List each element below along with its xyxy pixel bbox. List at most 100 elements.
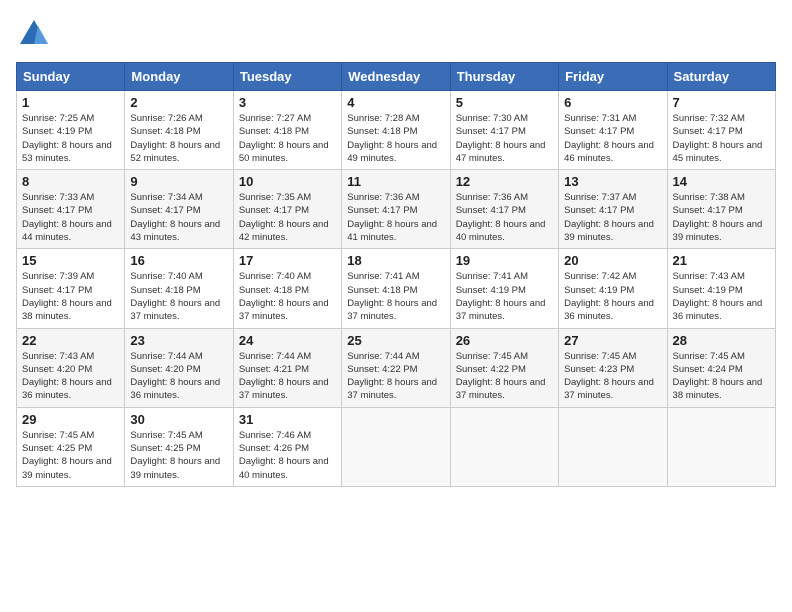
day-info: Sunrise: 7:46 AM Sunset: 4:26 PM Dayligh…: [239, 429, 336, 482]
day-header-monday: Monday: [125, 63, 233, 91]
day-number: 30: [130, 412, 227, 427]
calendar-cell: 2 Sunrise: 7:26 AM Sunset: 4:18 PM Dayli…: [125, 91, 233, 170]
day-info: Sunrise: 7:41 AM Sunset: 4:18 PM Dayligh…: [347, 270, 444, 323]
day-info: Sunrise: 7:45 AM Sunset: 4:25 PM Dayligh…: [22, 429, 119, 482]
day-number: 22: [22, 333, 119, 348]
day-number: 13: [564, 174, 661, 189]
day-info: Sunrise: 7:36 AM Sunset: 4:17 PM Dayligh…: [456, 191, 553, 244]
week-row-4: 22 Sunrise: 7:43 AM Sunset: 4:20 PM Dayl…: [17, 328, 776, 407]
calendar-cell: 27 Sunrise: 7:45 AM Sunset: 4:23 PM Dayl…: [559, 328, 667, 407]
day-number: 27: [564, 333, 661, 348]
day-header-friday: Friday: [559, 63, 667, 91]
day-number: 31: [239, 412, 336, 427]
day-info: Sunrise: 7:43 AM Sunset: 4:20 PM Dayligh…: [22, 350, 119, 403]
day-header-thursday: Thursday: [450, 63, 558, 91]
day-info: Sunrise: 7:45 AM Sunset: 4:23 PM Dayligh…: [564, 350, 661, 403]
calendar-cell: 31 Sunrise: 7:46 AM Sunset: 4:26 PM Dayl…: [233, 407, 341, 486]
week-row-3: 15 Sunrise: 7:39 AM Sunset: 4:17 PM Dayl…: [17, 249, 776, 328]
day-number: 23: [130, 333, 227, 348]
day-info: Sunrise: 7:38 AM Sunset: 4:17 PM Dayligh…: [673, 191, 770, 244]
day-info: Sunrise: 7:41 AM Sunset: 4:19 PM Dayligh…: [456, 270, 553, 323]
day-info: Sunrise: 7:25 AM Sunset: 4:19 PM Dayligh…: [22, 112, 119, 165]
day-header-saturday: Saturday: [667, 63, 775, 91]
calendar-table: SundayMondayTuesdayWednesdayThursdayFrid…: [16, 62, 776, 487]
logo: [16, 16, 56, 52]
day-number: 28: [673, 333, 770, 348]
week-row-5: 29 Sunrise: 7:45 AM Sunset: 4:25 PM Dayl…: [17, 407, 776, 486]
page-header: [16, 16, 776, 52]
day-info: Sunrise: 7:45 AM Sunset: 4:24 PM Dayligh…: [673, 350, 770, 403]
day-number: 2: [130, 95, 227, 110]
day-info: Sunrise: 7:35 AM Sunset: 4:17 PM Dayligh…: [239, 191, 336, 244]
week-row-1: 1 Sunrise: 7:25 AM Sunset: 4:19 PM Dayli…: [17, 91, 776, 170]
day-info: Sunrise: 7:28 AM Sunset: 4:18 PM Dayligh…: [347, 112, 444, 165]
day-number: 4: [347, 95, 444, 110]
day-info: Sunrise: 7:44 AM Sunset: 4:20 PM Dayligh…: [130, 350, 227, 403]
calendar-cell: 4 Sunrise: 7:28 AM Sunset: 4:18 PM Dayli…: [342, 91, 450, 170]
day-info: Sunrise: 7:43 AM Sunset: 4:19 PM Dayligh…: [673, 270, 770, 323]
day-header-wednesday: Wednesday: [342, 63, 450, 91]
day-info: Sunrise: 7:44 AM Sunset: 4:21 PM Dayligh…: [239, 350, 336, 403]
calendar-cell: 1 Sunrise: 7:25 AM Sunset: 4:19 PM Dayli…: [17, 91, 125, 170]
calendar-cell: 29 Sunrise: 7:45 AM Sunset: 4:25 PM Dayl…: [17, 407, 125, 486]
day-info: Sunrise: 7:39 AM Sunset: 4:17 PM Dayligh…: [22, 270, 119, 323]
calendar-cell: 7 Sunrise: 7:32 AM Sunset: 4:17 PM Dayli…: [667, 91, 775, 170]
calendar-cell: 9 Sunrise: 7:34 AM Sunset: 4:17 PM Dayli…: [125, 170, 233, 249]
calendar-cell: 19 Sunrise: 7:41 AM Sunset: 4:19 PM Dayl…: [450, 249, 558, 328]
calendar-cell: 28 Sunrise: 7:45 AM Sunset: 4:24 PM Dayl…: [667, 328, 775, 407]
calendar-cell: 8 Sunrise: 7:33 AM Sunset: 4:17 PM Dayli…: [17, 170, 125, 249]
calendar-cell: 22 Sunrise: 7:43 AM Sunset: 4:20 PM Dayl…: [17, 328, 125, 407]
day-number: 3: [239, 95, 336, 110]
day-info: Sunrise: 7:30 AM Sunset: 4:17 PM Dayligh…: [456, 112, 553, 165]
day-number: 21: [673, 253, 770, 268]
day-info: Sunrise: 7:37 AM Sunset: 4:17 PM Dayligh…: [564, 191, 661, 244]
day-info: Sunrise: 7:42 AM Sunset: 4:19 PM Dayligh…: [564, 270, 661, 323]
day-header-tuesday: Tuesday: [233, 63, 341, 91]
day-number: 6: [564, 95, 661, 110]
day-number: 16: [130, 253, 227, 268]
logo-icon: [16, 16, 52, 52]
day-number: 18: [347, 253, 444, 268]
calendar-cell: 30 Sunrise: 7:45 AM Sunset: 4:25 PM Dayl…: [125, 407, 233, 486]
calendar-cell: 26 Sunrise: 7:45 AM Sunset: 4:22 PM Dayl…: [450, 328, 558, 407]
day-number: 10: [239, 174, 336, 189]
calendar-cell: 13 Sunrise: 7:37 AM Sunset: 4:17 PM Dayl…: [559, 170, 667, 249]
day-number: 17: [239, 253, 336, 268]
calendar-cell: 24 Sunrise: 7:44 AM Sunset: 4:21 PM Dayl…: [233, 328, 341, 407]
day-info: Sunrise: 7:45 AM Sunset: 4:22 PM Dayligh…: [456, 350, 553, 403]
day-info: Sunrise: 7:40 AM Sunset: 4:18 PM Dayligh…: [130, 270, 227, 323]
day-info: Sunrise: 7:45 AM Sunset: 4:25 PM Dayligh…: [130, 429, 227, 482]
day-info: Sunrise: 7:27 AM Sunset: 4:18 PM Dayligh…: [239, 112, 336, 165]
day-number: 29: [22, 412, 119, 427]
calendar-cell: 3 Sunrise: 7:27 AM Sunset: 4:18 PM Dayli…: [233, 91, 341, 170]
day-info: Sunrise: 7:32 AM Sunset: 4:17 PM Dayligh…: [673, 112, 770, 165]
calendar-cell: 21 Sunrise: 7:43 AM Sunset: 4:19 PM Dayl…: [667, 249, 775, 328]
calendar-cell: 18 Sunrise: 7:41 AM Sunset: 4:18 PM Dayl…: [342, 249, 450, 328]
day-number: 5: [456, 95, 553, 110]
calendar-cell: 14 Sunrise: 7:38 AM Sunset: 4:17 PM Dayl…: [667, 170, 775, 249]
calendar-cell: 17 Sunrise: 7:40 AM Sunset: 4:18 PM Dayl…: [233, 249, 341, 328]
day-number: 7: [673, 95, 770, 110]
calendar-cell: [667, 407, 775, 486]
calendar-cell: 6 Sunrise: 7:31 AM Sunset: 4:17 PM Dayli…: [559, 91, 667, 170]
calendar-cell: 16 Sunrise: 7:40 AM Sunset: 4:18 PM Dayl…: [125, 249, 233, 328]
calendar-cell: 10 Sunrise: 7:35 AM Sunset: 4:17 PM Dayl…: [233, 170, 341, 249]
calendar-cell: 20 Sunrise: 7:42 AM Sunset: 4:19 PM Dayl…: [559, 249, 667, 328]
calendar-cell: [342, 407, 450, 486]
day-info: Sunrise: 7:40 AM Sunset: 4:18 PM Dayligh…: [239, 270, 336, 323]
day-number: 12: [456, 174, 553, 189]
day-info: Sunrise: 7:26 AM Sunset: 4:18 PM Dayligh…: [130, 112, 227, 165]
day-info: Sunrise: 7:34 AM Sunset: 4:17 PM Dayligh…: [130, 191, 227, 244]
calendar-cell: 25 Sunrise: 7:44 AM Sunset: 4:22 PM Dayl…: [342, 328, 450, 407]
calendar-cell: 23 Sunrise: 7:44 AM Sunset: 4:20 PM Dayl…: [125, 328, 233, 407]
day-number: 20: [564, 253, 661, 268]
day-number: 1: [22, 95, 119, 110]
calendar-cell: 15 Sunrise: 7:39 AM Sunset: 4:17 PM Dayl…: [17, 249, 125, 328]
day-number: 24: [239, 333, 336, 348]
calendar-header-row: SundayMondayTuesdayWednesdayThursdayFrid…: [17, 63, 776, 91]
day-info: Sunrise: 7:31 AM Sunset: 4:17 PM Dayligh…: [564, 112, 661, 165]
calendar-cell: 12 Sunrise: 7:36 AM Sunset: 4:17 PM Dayl…: [450, 170, 558, 249]
calendar-cell: 11 Sunrise: 7:36 AM Sunset: 4:17 PM Dayl…: [342, 170, 450, 249]
day-number: 14: [673, 174, 770, 189]
day-number: 25: [347, 333, 444, 348]
